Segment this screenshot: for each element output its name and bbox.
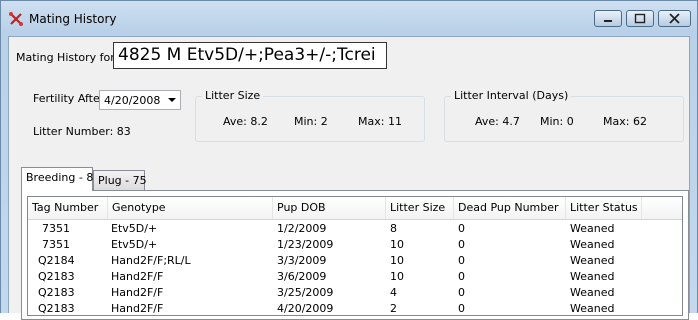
- table-row[interactable]: 7351 Etv5D/+ 1/2/2009 8 0 Weaned: [28, 221, 682, 237]
- column-header-filler: [642, 197, 682, 219]
- column-header-dead-pup-number[interactable]: Dead Pup Number: [454, 197, 566, 219]
- cell-pup-dob: 3/3/2009: [277, 254, 327, 267]
- cell-genotype: Hand2F/F: [111, 286, 164, 299]
- cell-genotype: Hand2F/F: [111, 302, 164, 315]
- litter-size-ave: Ave: 8.2: [223, 115, 268, 128]
- cell-tag-number: Q2184: [38, 254, 75, 267]
- cell-genotype: Etv5D/+: [111, 238, 158, 251]
- cell-litter-status: Weaned: [570, 286, 615, 299]
- close-icon: [669, 13, 680, 24]
- cell-tag-number: Q2183: [38, 286, 75, 299]
- cell-litter-size: 10: [390, 238, 404, 251]
- cell-genotype: Hand2F/F;RL/L: [111, 254, 191, 267]
- fertility-date-dropdown[interactable]: 4/20/2008: [99, 90, 181, 110]
- litter-size-group: Litter Size Ave: 8.2 Min: 2 Max: 11: [195, 89, 425, 142]
- litter-number-text: Litter Number: 83: [33, 125, 131, 138]
- maximize-icon: [634, 13, 646, 24]
- fertility-after-label: Fertility After: [33, 92, 105, 105]
- cell-litter-size: 2: [390, 302, 397, 315]
- tab-plug[interactable]: Plug - 75: [93, 170, 147, 190]
- cell-dead-pup-number: 0: [458, 270, 465, 283]
- litter-interval-group: Litter Interval (Days) Ave: 4.7 Min: 0 M…: [444, 89, 684, 142]
- close-button[interactable]: [658, 10, 691, 27]
- cell-pup-dob: 4/20/2009: [277, 302, 334, 315]
- cell-litter-status: Weaned: [570, 254, 615, 267]
- litter-interval-min: Min: 0: [540, 115, 574, 128]
- minimize-button[interactable]: [594, 10, 622, 27]
- cell-dead-pup-number: 0: [458, 302, 465, 315]
- breeding-tab-panel: Tag Number Genotype Pup DOB Litter Size …: [21, 190, 689, 320]
- litter-size-min: Min: 2: [294, 115, 328, 128]
- column-header-genotype[interactable]: Genotype: [108, 197, 273, 219]
- column-header-litter-size[interactable]: Litter Size: [386, 197, 454, 219]
- table-row[interactable]: 7351 Etv5D/+ 1/23/2009 10 0 Weaned: [28, 237, 682, 253]
- fertility-date-value: 4/20/2008: [104, 94, 161, 107]
- cell-pup-dob: 1/2/2009: [277, 222, 327, 235]
- cell-litter-size: 10: [390, 254, 404, 267]
- table-row[interactable]: Q2184 Hand2F/F;RL/L 3/3/2009 10 0 Weaned: [28, 253, 682, 269]
- tab-breeding[interactable]: Breeding - 8: [21, 167, 93, 191]
- cell-tag-number: Q2183: [38, 302, 75, 315]
- cell-litter-status: Weaned: [570, 270, 615, 283]
- mouse-id-display: 4825 M Etv5D/+;Pea3+/-;Tcrei: [113, 42, 387, 69]
- form-client-area: Mating History for: 4825 M Etv5D/+;Pea3+…: [8, 36, 690, 320]
- cell-dead-pup-number: 0: [458, 238, 465, 251]
- litter-size-max: Max: 11: [358, 115, 402, 128]
- litter-interval-max: Max: 62: [603, 115, 647, 128]
- cell-dead-pup-number: 0: [458, 254, 465, 267]
- mating-history-for-label: Mating History for:: [16, 51, 119, 64]
- table-row[interactable]: Q2183 Hand2F/F 3/6/2009 10 0 Weaned: [28, 269, 682, 285]
- column-header-pup-dob[interactable]: Pup DOB: [273, 197, 386, 219]
- app-icon: [9, 12, 23, 26]
- maximize-button[interactable]: [626, 10, 654, 27]
- table-row[interactable]: Q2183 Hand2F/F 4/20/2009 2 0 Weaned: [28, 301, 682, 315]
- cell-dead-pup-number: 0: [458, 286, 465, 299]
- litter-interval-ave: Ave: 4.7: [475, 115, 520, 128]
- litter-interval-title: Litter Interval (Days): [451, 89, 572, 102]
- window-title: Mating History: [29, 12, 117, 26]
- cell-litter-size: 8: [390, 222, 397, 235]
- mating-history-window: Mating History Mating History for: 4825 …: [0, 0, 698, 320]
- litter-size-title: Litter Size: [202, 89, 264, 102]
- column-header-tag-number[interactable]: Tag Number: [28, 197, 108, 219]
- cell-litter-status: Weaned: [570, 302, 615, 315]
- cell-tag-number: Q2183: [38, 270, 75, 283]
- header-divider: [28, 219, 682, 220]
- minimize-icon: [604, 20, 612, 22]
- cell-litter-status: Weaned: [570, 222, 615, 235]
- cell-litter-status: Weaned: [570, 238, 615, 251]
- cell-pup-dob: 3/25/2009: [277, 286, 334, 299]
- cell-tag-number: 7351: [42, 222, 70, 235]
- cell-genotype: Etv5D/+: [111, 222, 158, 235]
- column-header-litter-status[interactable]: Litter Status: [566, 197, 642, 219]
- title-bar[interactable]: Mating History: [1, 1, 697, 37]
- cell-genotype: Hand2F/F: [111, 270, 164, 283]
- cell-litter-size: 10: [390, 270, 404, 283]
- cell-pup-dob: 3/6/2009: [277, 270, 327, 283]
- cell-pup-dob: 1/23/2009: [277, 238, 334, 251]
- cell-litter-size: 4: [390, 286, 397, 299]
- table-row[interactable]: Q2183 Hand2F/F 3/25/2009 4 0 Weaned: [28, 285, 682, 301]
- breeding-grid[interactable]: Tag Number Genotype Pup DOB Litter Size …: [27, 196, 683, 316]
- cell-dead-pup-number: 0: [458, 222, 465, 235]
- cell-tag-number: 7351: [42, 238, 70, 251]
- chevron-down-icon: [168, 98, 176, 102]
